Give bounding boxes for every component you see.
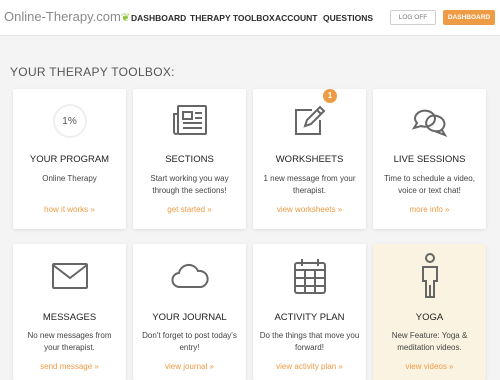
card-yoga: YOGA New Feature: Yoga & meditation vide… [373,244,486,380]
log-off-button[interactable]: LOG OFF [390,10,436,25]
notification-badge: 1 [323,89,337,103]
card-description: Time to schedule a video, voice or text … [384,174,475,195]
card-link-view-videos[interactable]: view videos » [373,362,486,371]
card-description: Online Therapy [42,174,97,183]
person-icon [373,253,486,298]
card-title: ACTIVITY PLAN [274,312,345,323]
card-title: WORKSHEETS [275,154,344,165]
card-title: YOUR JOURNAL [152,312,227,323]
card-your-program: 1% YOUR PROGRAM Online Therapy how it wo… [13,89,126,229]
card-link-view-worksheets[interactable]: view worksheets » [253,205,366,214]
card-title: LIVE SESSIONS [393,154,466,165]
nav-questions[interactable]: QUESTIONS [323,13,373,23]
card-title: YOUR PROGRAM [29,154,110,165]
leaf-icon: ❦ [120,12,131,24]
card-live-sessions: LIVE SESSIONS Time to schedule a video, … [373,89,486,229]
logo-text: Online-Therapy.com [4,9,121,24]
card-sections: SECTIONS Start working you way through t… [133,89,246,229]
envelope-icon [13,256,126,296]
card-your-journal: YOUR JOURNAL Don't forget to post today'… [133,244,246,380]
newspaper-icon [133,101,246,141]
pencil-square-icon [253,101,366,141]
card-description: New Feature: Yoga & meditation videos. [391,331,468,352]
card-title: YOGA [415,312,444,323]
card-link-get-started[interactable]: get started » [133,205,246,214]
card-description: Don't forget to post today's entry! [142,331,237,352]
card-title: SECTIONS [165,154,214,165]
nav-account[interactable]: ACCOUNT [275,13,318,23]
card-link-view-activity-plan[interactable]: view activity plan » [253,362,366,371]
dashboard-button[interactable]: DASHBOARD [443,10,495,25]
card-link-more-info[interactable]: more info » [373,205,486,214]
logo[interactable]: Online-Therapy.com❦ [4,9,130,24]
card-worksheets: 1 WORKSHEETS 1 new message from your the… [253,89,366,229]
card-link-how-it-works[interactable]: how it works » [13,205,126,214]
card-link-view-journal[interactable]: view journal » [133,362,246,371]
card-description: Do the things that move you forward! [259,331,360,352]
nav-therapy-toolbox[interactable]: THERAPY TOOLBOX [190,13,275,23]
chat-bubbles-icon [373,101,486,141]
section-title: YOUR THERAPY TOOLBOX: [10,65,175,79]
card-description: 1 new message from your therapist. [263,174,356,195]
card-link-send-message[interactable]: send message » [13,362,126,371]
card-messages: MESSAGES No new messages from your thera… [13,244,126,380]
cloud-icon [133,256,246,296]
progress-icon: 1% [13,101,126,141]
card-title: MESSAGES [42,312,97,323]
card-description: No new messages from your therapist. [27,331,112,352]
card-description: Start working you way through the sectio… [150,174,229,195]
progress-ring: 1% [52,104,87,138]
calendar-icon [253,256,366,296]
card-activity-plan: ACTIVITY PLAN Do the things that move yo… [253,244,366,380]
nav-dashboard[interactable]: DASHBOARD [131,13,186,23]
top-navigation-bar: Online-Therapy.com❦ DASHBOARD THERAPY TO… [0,0,500,36]
